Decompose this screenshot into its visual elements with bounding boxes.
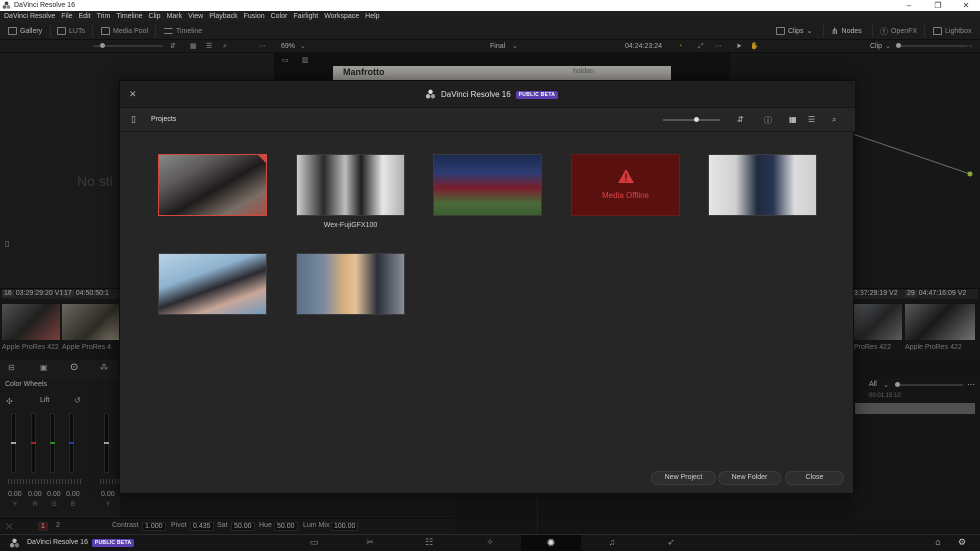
project-manager-header: ✕ DaVinci Resolve 16 PUBLIC BETA [120, 81, 855, 108]
warning-icon [618, 169, 634, 183]
project-manager-toolbar: ▯ Projects ⇵ ⓘ ▦ ☰ ⌕ [120, 108, 855, 132]
project-tile[interactable] [296, 154, 405, 216]
menu-workspace[interactable]: Workspace [324, 13, 359, 20]
minimize-button[interactable]: – [895, 0, 923, 11]
app-name-text: DaVinci Resolve 16 [27, 539, 88, 546]
close-button[interactable]: Close [785, 471, 844, 485]
close-icon[interactable]: ✕ [129, 89, 137, 100]
maximize-button[interactable]: ❐ [924, 0, 952, 11]
project-tile[interactable] [433, 154, 542, 216]
davinci-logo-icon [425, 89, 436, 99]
menu-timeline[interactable]: Timeline [116, 13, 142, 20]
davinci-logo-icon [2, 1, 11, 9]
menu-mark[interactable]: Mark [167, 13, 183, 20]
public-beta-badge: PUBLIC BETA [91, 539, 135, 547]
menu-view[interactable]: View [188, 13, 203, 20]
close-window-button[interactable]: ✕ [952, 0, 980, 11]
selected-corner-icon [258, 155, 266, 163]
sort-icon[interactable]: ⇵ [737, 115, 747, 125]
page-navigation-bar: DaVinci Resolve 16 PUBLIC BETA ▭ ✂ ☷ ✧ ✺… [0, 534, 980, 551]
project-manager-title: DaVinci Resolve 16 PUBLIC BETA [425, 89, 559, 100]
menu-help[interactable]: Help [365, 13, 379, 20]
cut-page-icon[interactable]: ✂ [358, 537, 382, 549]
color-page-icon[interactable]: ✺ [521, 535, 581, 551]
menu-clip[interactable]: Clip [149, 13, 161, 20]
menu-davinci-resolve[interactable]: DaVinci Resolve [4, 13, 55, 20]
list-view-icon[interactable]: ☰ [808, 115, 818, 125]
project-tile-offline[interactable]: Media Offline [571, 154, 680, 216]
info-icon[interactable]: ⓘ [764, 115, 774, 125]
thumbnail-size-slider[interactable] [663, 117, 720, 122]
media-page-icon[interactable]: ▭ [302, 537, 326, 549]
sidebar-toggle-icon[interactable]: ▯ [131, 114, 136, 125]
menu-playback[interactable]: Playback [209, 13, 237, 20]
project-tile[interactable] [158, 154, 267, 216]
new-folder-button[interactable]: New Folder [718, 471, 781, 485]
deliver-page-icon[interactable]: ➶ [659, 537, 683, 549]
menu-file[interactable]: File [61, 13, 72, 20]
window-titlebar: DaVinci Resolve 16 – ❐ ✕ [0, 0, 980, 11]
project-tile[interactable] [158, 253, 267, 315]
fairlight-page-icon[interactable]: ♫ [600, 537, 624, 549]
window-title: DaVinci Resolve 16 [14, 2, 75, 9]
grid-view-icon[interactable]: ▦ [789, 115, 799, 125]
edit-page-icon[interactable]: ☷ [417, 537, 441, 549]
project-tile[interactable] [296, 253, 405, 315]
project-tile[interactable] [708, 154, 817, 216]
project-manager-dialog: ✕ DaVinci Resolve 16 PUBLIC BETA ▯ Proje… [119, 80, 855, 494]
dialog-title-text: DaVinci Resolve 16 [441, 90, 511, 99]
menu-fairlight[interactable]: Fairlight [293, 13, 318, 20]
search-icon[interactable]: ⌕ [832, 115, 842, 125]
menu-fusion[interactable]: Fusion [244, 13, 265, 20]
settings-icon[interactable]: ⚙ [950, 537, 974, 549]
fusion-page-icon[interactable]: ✧ [478, 537, 502, 549]
project-name: Wex-FujiGFX100 [323, 222, 378, 229]
menu-bar: DaVinci Resolve File Edit Trim Timeline … [0, 11, 980, 22]
menu-edit[interactable]: Edit [79, 13, 91, 20]
app-name: DaVinci Resolve 16 PUBLIC BETA [27, 539, 135, 547]
media-offline-text: Media Offline [602, 191, 649, 200]
davinci-logo-icon [9, 538, 20, 548]
menu-color[interactable]: Color [271, 13, 288, 20]
breadcrumb[interactable]: Projects [151, 116, 176, 123]
public-beta-badge: PUBLIC BETA [515, 90, 559, 99]
home-icon[interactable]: ⌂ [926, 537, 950, 549]
menu-trim[interactable]: Trim [97, 13, 111, 20]
new-project-button[interactable]: New Project [651, 471, 716, 485]
